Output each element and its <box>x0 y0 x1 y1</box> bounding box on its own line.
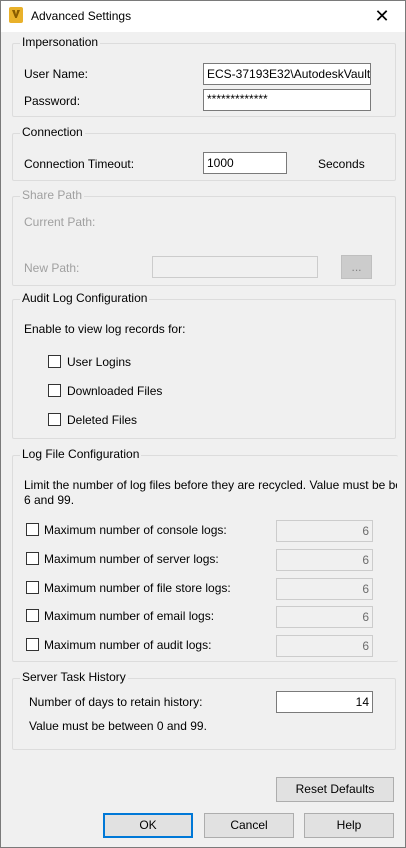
log-file-description-line2: 6 and 99. <box>24 493 75 507</box>
server-logs-checkbox[interactable] <box>26 552 39 565</box>
audit-log-description: Enable to view log records for: <box>24 322 186 336</box>
retain-days-hint: Value must be between 0 and 99. <box>29 719 207 733</box>
retain-days-label: Number of days to retain history: <box>29 695 203 709</box>
audit-log-legend: Audit Log Configuration <box>20 291 150 305</box>
audit-logs-checkbox[interactable] <box>26 638 39 651</box>
new-path-label: New Path: <box>24 261 80 275</box>
server-logs-field[interactable]: 6 <box>276 549 373 571</box>
connection-timeout-label: Connection Timeout: <box>24 157 135 171</box>
user-logins-checkbox[interactable] <box>48 355 61 368</box>
console-logs-field[interactable]: 6 <box>276 520 373 542</box>
advanced-settings-dialog: Advanced Settings ✕ Impersonation User N… <box>0 0 406 848</box>
log-file-legend: Log File Configuration <box>20 447 142 461</box>
retain-days-field[interactable]: 14 <box>276 691 373 713</box>
username-label: User Name: <box>24 67 89 81</box>
close-button[interactable]: ✕ <box>359 1 405 32</box>
task-history-group: Server Task History <box>12 670 396 750</box>
file-store-logs-label: Maximum number of file store logs: <box>44 581 231 595</box>
share-path-legend: Share Path <box>20 188 85 202</box>
title-bar: Advanced Settings ✕ <box>1 1 405 32</box>
console-logs-label: Maximum number of console logs: <box>44 523 227 537</box>
log-file-description-clip: Limit the number of log files before the… <box>24 478 397 494</box>
connection-timeout-field[interactable]: 1000 <box>203 152 287 174</box>
file-store-logs-checkbox[interactable] <box>26 581 39 594</box>
password-field[interactable]: ************* <box>203 89 371 111</box>
new-path-field[interactable] <box>152 256 318 278</box>
username-field[interactable]: ECS-37193E32\AutodeskVault <box>203 63 371 85</box>
browse-button[interactable]: ... <box>341 255 372 279</box>
password-label: Password: <box>24 94 81 108</box>
email-logs-field[interactable]: 6 <box>276 606 373 628</box>
server-logs-label: Maximum number of server logs: <box>44 552 219 566</box>
vault-app-icon <box>9 7 23 23</box>
reset-defaults-button[interactable]: Reset Defaults <box>276 777 394 802</box>
ok-button[interactable]: OK <box>103 813 193 838</box>
file-store-logs-field[interactable]: 6 <box>276 578 373 600</box>
email-logs-checkbox[interactable] <box>26 609 39 622</box>
current-path-label: Current Path: <box>24 215 96 229</box>
seconds-unit-label: Seconds <box>318 157 365 171</box>
log-file-description-line1: Limit the number of log files before the… <box>24 478 397 492</box>
deleted-files-checkbox[interactable] <box>48 413 61 426</box>
deleted-files-label: Deleted Files <box>67 413 138 427</box>
audit-logs-label: Maximum number of audit logs: <box>44 638 212 652</box>
help-button[interactable]: Help <box>304 813 394 838</box>
audit-logs-field[interactable]: 6 <box>276 635 373 657</box>
downloaded-files-checkbox[interactable] <box>48 384 61 397</box>
cancel-button[interactable]: Cancel <box>204 813 294 838</box>
task-history-legend: Server Task History <box>20 670 128 684</box>
connection-legend: Connection <box>20 125 85 139</box>
email-logs-label: Maximum number of email logs: <box>44 609 215 623</box>
user-logins-label: User Logins <box>67 355 132 369</box>
impersonation-legend: Impersonation <box>20 35 101 49</box>
window-title: Advanced Settings <box>31 9 132 23</box>
downloaded-files-label: Downloaded Files <box>67 384 163 398</box>
console-logs-checkbox[interactable] <box>26 523 39 536</box>
